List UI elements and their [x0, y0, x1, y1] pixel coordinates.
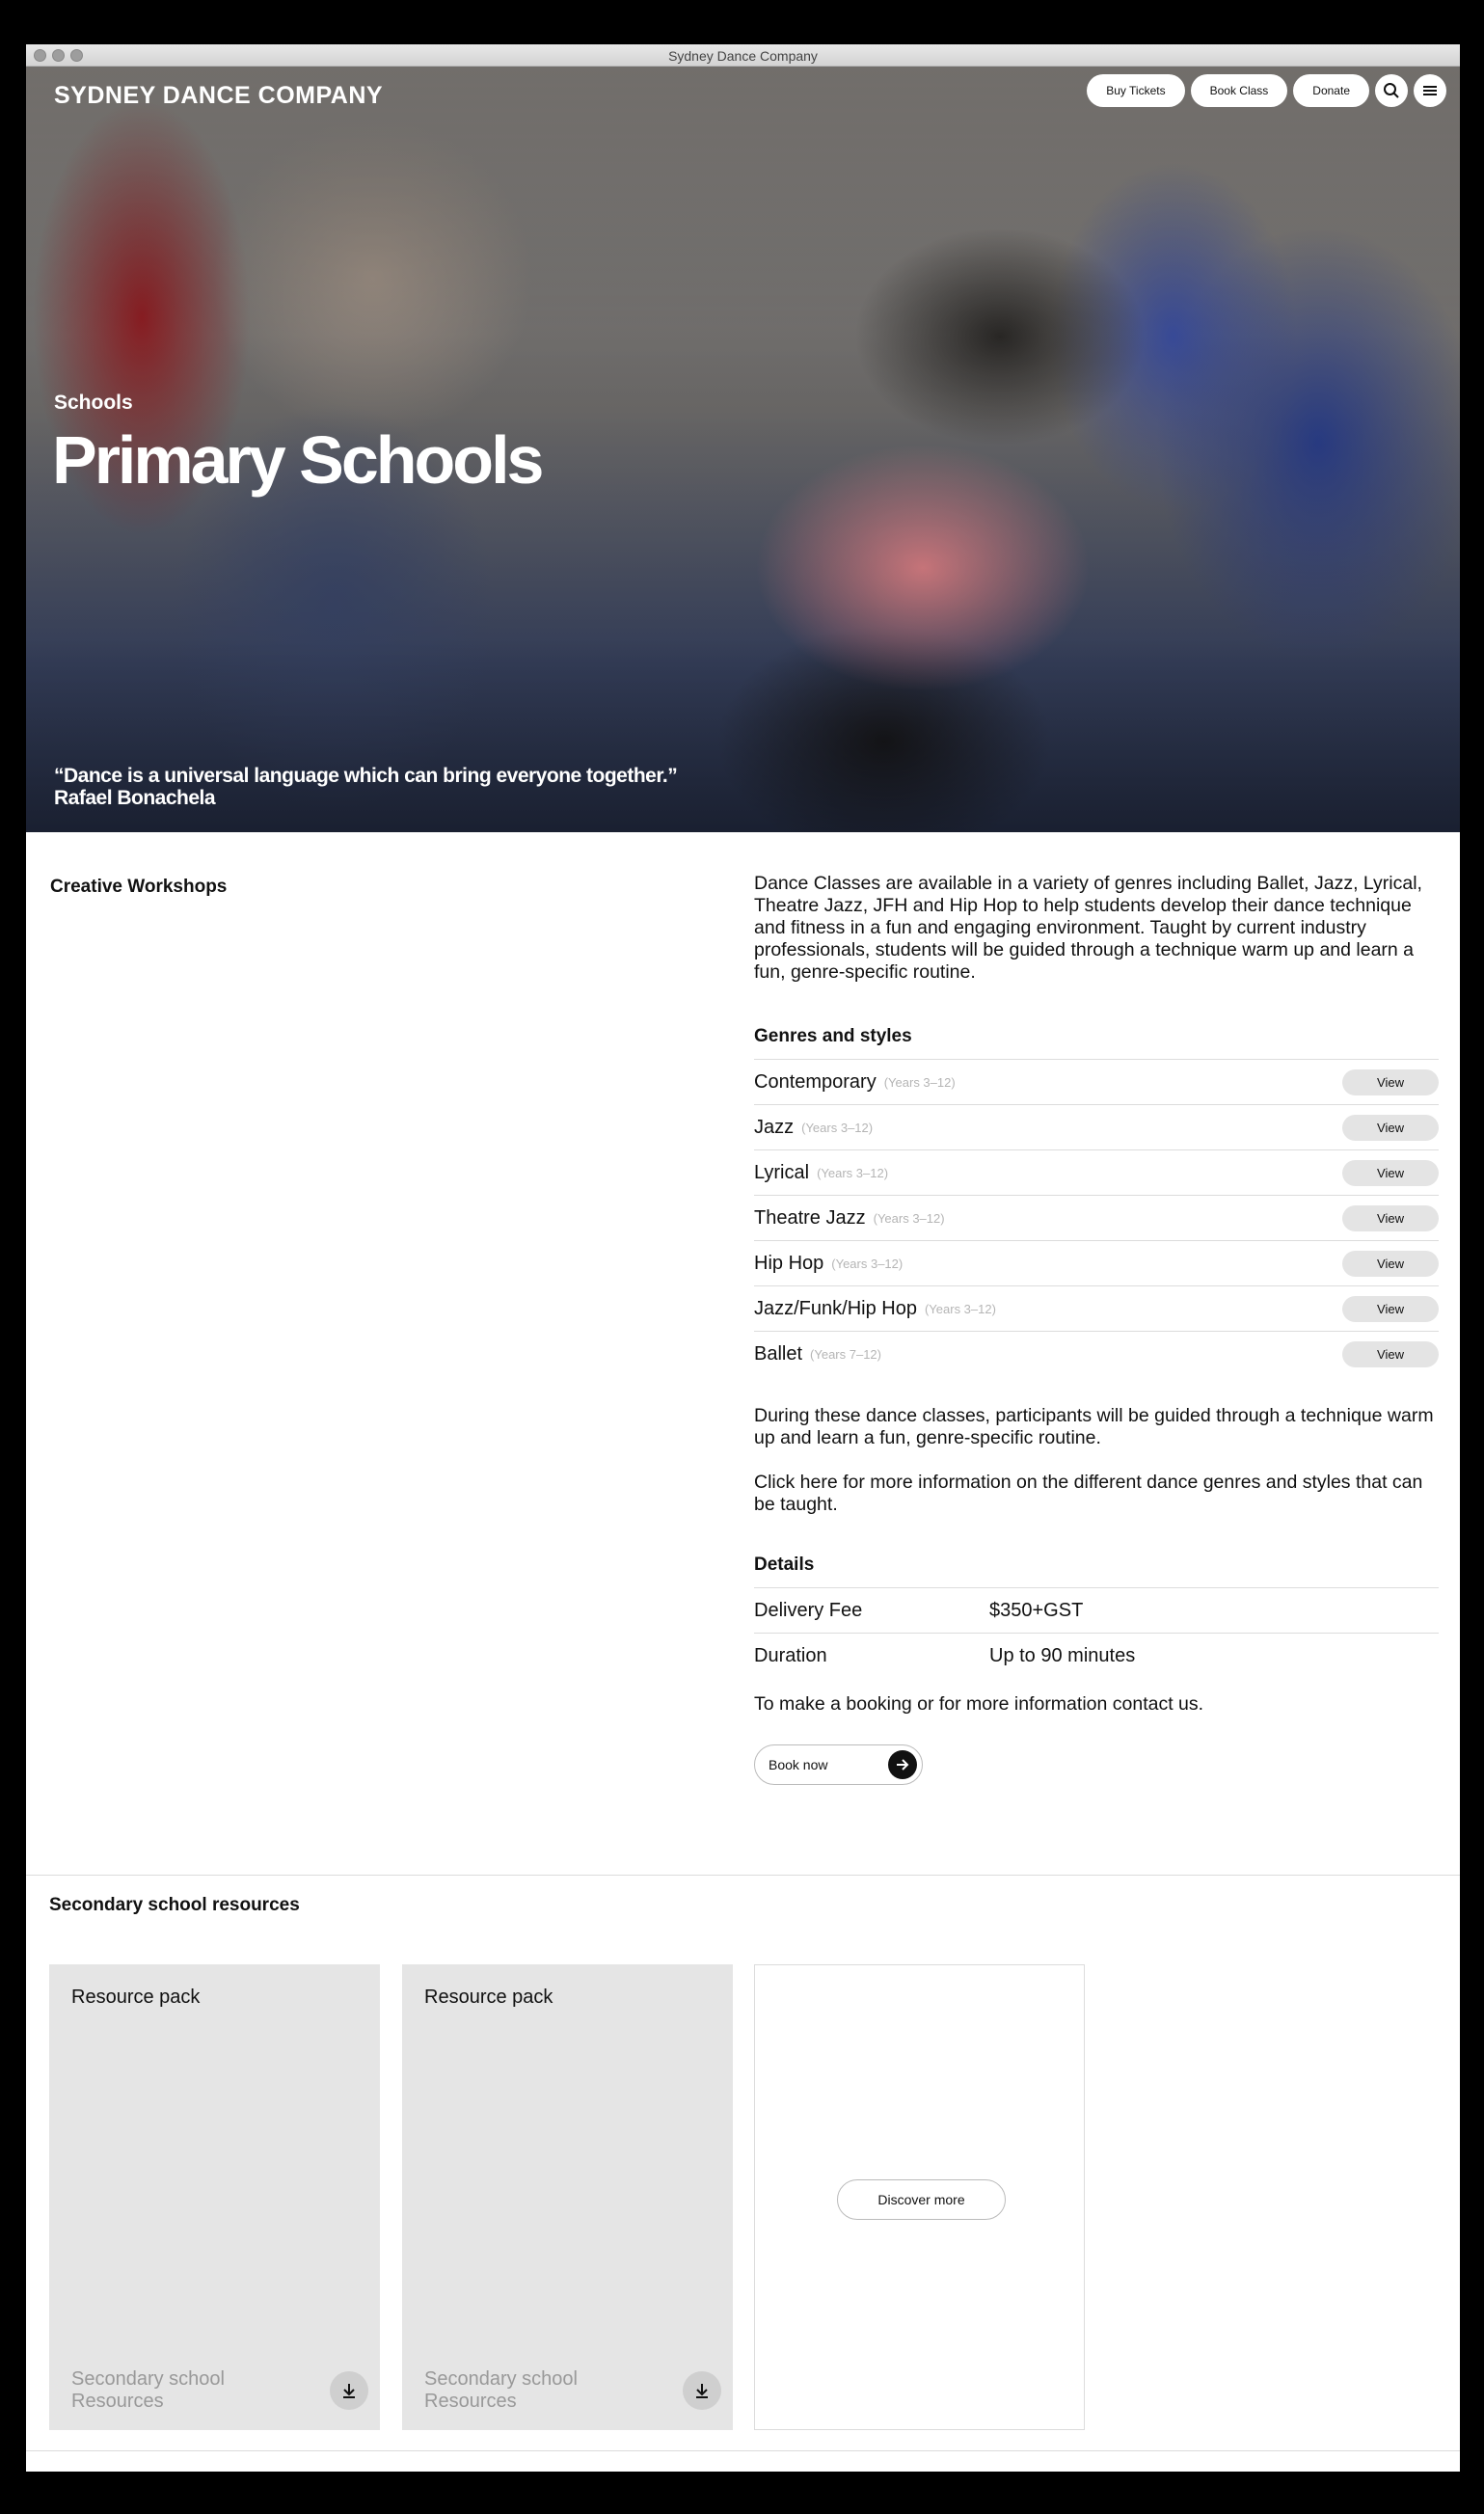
header-nav: Buy Tickets Book Class Donate	[1087, 74, 1446, 107]
genre-row: Contemporary (Years 3–12) View	[754, 1059, 1439, 1104]
genre-years: (Years 3–12)	[924, 1301, 996, 1316]
genre-name: Theatre Jazz	[754, 1206, 866, 1229]
book-now-label: Book now	[769, 1757, 828, 1772]
resources-heading: Secondary school resources	[49, 1895, 300, 1915]
intro-paragraph: Dance Classes are available in a variety…	[754, 873, 1422, 983]
contact-text: To make a booking or for more informatio…	[754, 1693, 1204, 1715]
genre-row: Jazz (Years 3–12) View	[754, 1104, 1439, 1149]
site-logo[interactable]: SYDNEY DANCE COMPANY	[54, 82, 383, 110]
genres-heading: Genres and styles	[754, 1026, 912, 1046]
genre-row: Ballet (Years 7–12) View	[754, 1331, 1439, 1376]
genre-years: (Years 7–12)	[810, 1346, 881, 1362]
resource-card-title: Resource pack	[424, 1987, 553, 2008]
breadcrumb[interactable]: Schools	[54, 392, 133, 415]
browser-window: Sydney Dance Company SYDNEY DANCE COMPAN…	[26, 44, 1460, 2472]
detail-value: $350+GST	[989, 1599, 1084, 1621]
genre-name: Lyrical	[754, 1161, 810, 1183]
quote-author: Rafael Bonachela	[54, 787, 216, 809]
detail-label: Duration	[754, 1644, 827, 1666]
detail-row: Duration Up to 90 minutes	[754, 1633, 1439, 1678]
page-title: Primary Schools	[52, 422, 544, 498]
arrow-right-icon	[888, 1750, 917, 1779]
download-icon	[343, 2384, 355, 2398]
download-button[interactable]	[330, 2371, 368, 2410]
resource-card-title: Resource pack	[71, 1987, 201, 2008]
genre-years: (Years 3–12)	[817, 1165, 889, 1180]
window-title: Sydney Dance Company	[668, 48, 818, 64]
buy-tickets-button[interactable]: Buy Tickets	[1087, 74, 1185, 107]
view-jazz-button[interactable]: View	[1342, 1115, 1439, 1141]
view-theatre-jazz-button[interactable]: View	[1342, 1205, 1439, 1231]
genre-name: Hip Hop	[754, 1252, 824, 1274]
genre-name: Jazz	[754, 1116, 795, 1138]
title-bar: Sydney Dance Company	[26, 44, 1460, 67]
details-heading: Details	[754, 1554, 815, 1575]
book-class-button[interactable]: Book Class	[1190, 74, 1288, 107]
footer-divider	[26, 2450, 1460, 2451]
view-contemporary-button[interactable]: View	[1342, 1069, 1439, 1095]
discover-card: Discover more	[754, 1964, 1085, 2430]
classes-paragraph: During these dance classes, participants…	[754, 1405, 1434, 1448]
detail-row: Delivery Fee $350+GST	[754, 1587, 1439, 1633]
genre-name: Jazz/Funk/Hip Hop	[754, 1297, 917, 1319]
hero-banner: SYDNEY DANCE COMPANY Buy Tickets Book Cl…	[26, 67, 1460, 832]
genre-name: Ballet	[754, 1342, 803, 1365]
section-title: Creative Workshops	[50, 877, 228, 897]
menu-icon	[1423, 86, 1437, 95]
resource-card-subtitle: Secondary school Resources	[71, 2368, 225, 2412]
book-now-button[interactable]: Book now	[754, 1744, 923, 1785]
view-jazz-funk-hip-hop-button[interactable]: View	[1342, 1296, 1439, 1322]
genre-row: Theatre Jazz (Years 3–12) View	[754, 1195, 1439, 1240]
search-button[interactable]	[1375, 74, 1408, 107]
genre-years: (Years 3–12)	[873, 1210, 945, 1226]
resource-card[interactable]: Resource pack Secondary school Resources	[49, 1964, 380, 2430]
genre-row: Jazz/Funk/Hip Hop (Years 3–12) View	[754, 1285, 1439, 1331]
genre-years: (Years 3–12)	[831, 1256, 904, 1271]
view-hip-hop-button[interactable]: View	[1342, 1251, 1439, 1277]
genres-info-link[interactable]: Click here for more information on the d…	[754, 1472, 1439, 1516]
detail-value: Up to 90 minutes	[989, 1644, 1136, 1666]
resource-card-subtitle: Secondary school Resources	[424, 2368, 578, 2412]
discover-more-button[interactable]: Discover more	[837, 2179, 1006, 2220]
menu-button[interactable]	[1414, 74, 1446, 107]
genre-name: Contemporary	[754, 1070, 877, 1093]
section-body: Dance Classes are available in a variety…	[754, 873, 1439, 1785]
resources-section: Secondary school resources Resource pack…	[26, 1875, 1460, 2463]
genre-years: (Years 3–12)	[801, 1120, 874, 1135]
hero-quote: “Dance is a universal language which can…	[54, 765, 678, 787]
detail-label: Delivery Fee	[754, 1599, 863, 1621]
details-table: Delivery Fee $350+GST Duration Up to 90 …	[754, 1587, 1439, 1678]
donate-button[interactable]: Donate	[1293, 74, 1369, 107]
search-icon	[1384, 83, 1399, 98]
view-lyrical-button[interactable]: View	[1342, 1160, 1439, 1186]
resource-card[interactable]: Resource pack Secondary school Resources	[402, 1964, 733, 2430]
genre-row: Lyrical (Years 3–12) View	[754, 1149, 1439, 1195]
download-icon	[696, 2384, 708, 2398]
genres-list: Contemporary (Years 3–12) View Jazz (Yea…	[754, 1059, 1439, 1376]
genre-years: (Years 3–12)	[883, 1074, 956, 1090]
download-button[interactable]	[683, 2371, 721, 2410]
genre-row: Hip Hop (Years 3–12) View	[754, 1240, 1439, 1285]
view-ballet-button[interactable]: View	[1342, 1341, 1439, 1367]
